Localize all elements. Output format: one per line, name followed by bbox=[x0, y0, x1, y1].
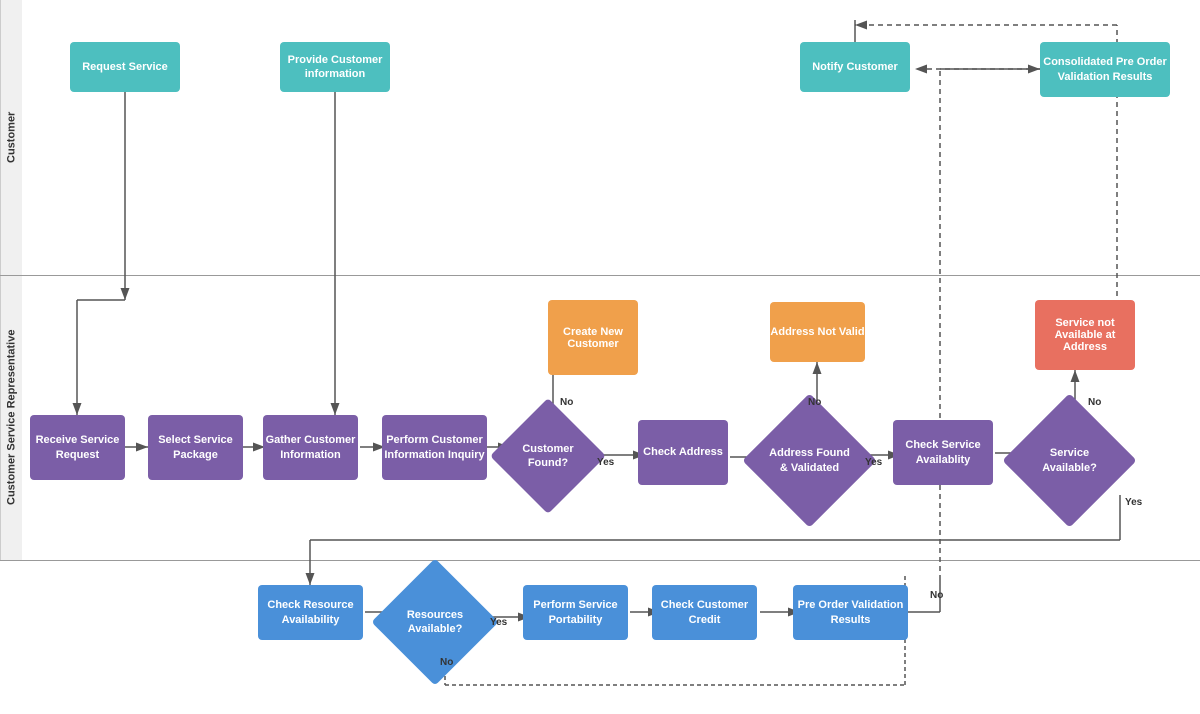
consolidated-pre-order-node: Consolidated Pre Order Validation Result… bbox=[1040, 42, 1170, 97]
create-new-customer-node: Create New Customer bbox=[548, 300, 638, 375]
no-label-1: No bbox=[560, 397, 573, 408]
resources-available-node: Resources Available? bbox=[390, 577, 480, 667]
swimlane-customer: Customer bbox=[0, 0, 22, 275]
yes-label-1: Yes bbox=[597, 457, 614, 468]
service-not-available-node: Service not Available at Address bbox=[1035, 300, 1135, 370]
divider-2 bbox=[0, 560, 1200, 561]
address-not-valid-node: Address Not Valid bbox=[770, 302, 865, 362]
check-resource-node: Check Resource Availability bbox=[258, 585, 363, 640]
customer-found-node: Customer Found? bbox=[507, 415, 589, 497]
provide-customer-node: Provide Customer information bbox=[280, 42, 390, 92]
no-label-2: No bbox=[808, 397, 821, 408]
swimlane-csr: Customer Service Representative bbox=[0, 275, 22, 560]
service-available-node: Service Available? bbox=[1022, 413, 1117, 508]
yes-label-3: Yes bbox=[490, 617, 507, 628]
perform-customer-node: Perform Customer Information Inquiry bbox=[382, 415, 487, 480]
request-service-node: Request Service bbox=[70, 42, 180, 92]
diagram-container: Customer Customer Service Representative bbox=[0, 0, 1200, 714]
pre-order-node: Pre Order Validation Results bbox=[793, 585, 908, 640]
yes-label-2: Yes bbox=[865, 457, 882, 468]
address-found-node: Address Found & Validated bbox=[762, 413, 857, 508]
check-address-node: Check Address bbox=[638, 420, 728, 485]
gather-customer-node: Gather Customer Information bbox=[263, 415, 358, 480]
check-service-node: Check Service Availablity bbox=[893, 420, 993, 485]
select-service-node: Select Service Package bbox=[148, 415, 243, 480]
no-label-3: No bbox=[440, 657, 453, 668]
no-label-5: No bbox=[930, 590, 943, 601]
perform-service-node: Perform Service Portability bbox=[523, 585, 628, 640]
notify-customer-node: Notify Customer bbox=[800, 42, 910, 92]
check-credit-node: Check Customer Credit bbox=[652, 585, 757, 640]
receive-service-node: Receive Service Request bbox=[30, 415, 125, 480]
yes-label-4: Yes bbox=[1125, 497, 1142, 508]
divider-1 bbox=[0, 275, 1200, 276]
no-label-4: No bbox=[1088, 397, 1101, 408]
